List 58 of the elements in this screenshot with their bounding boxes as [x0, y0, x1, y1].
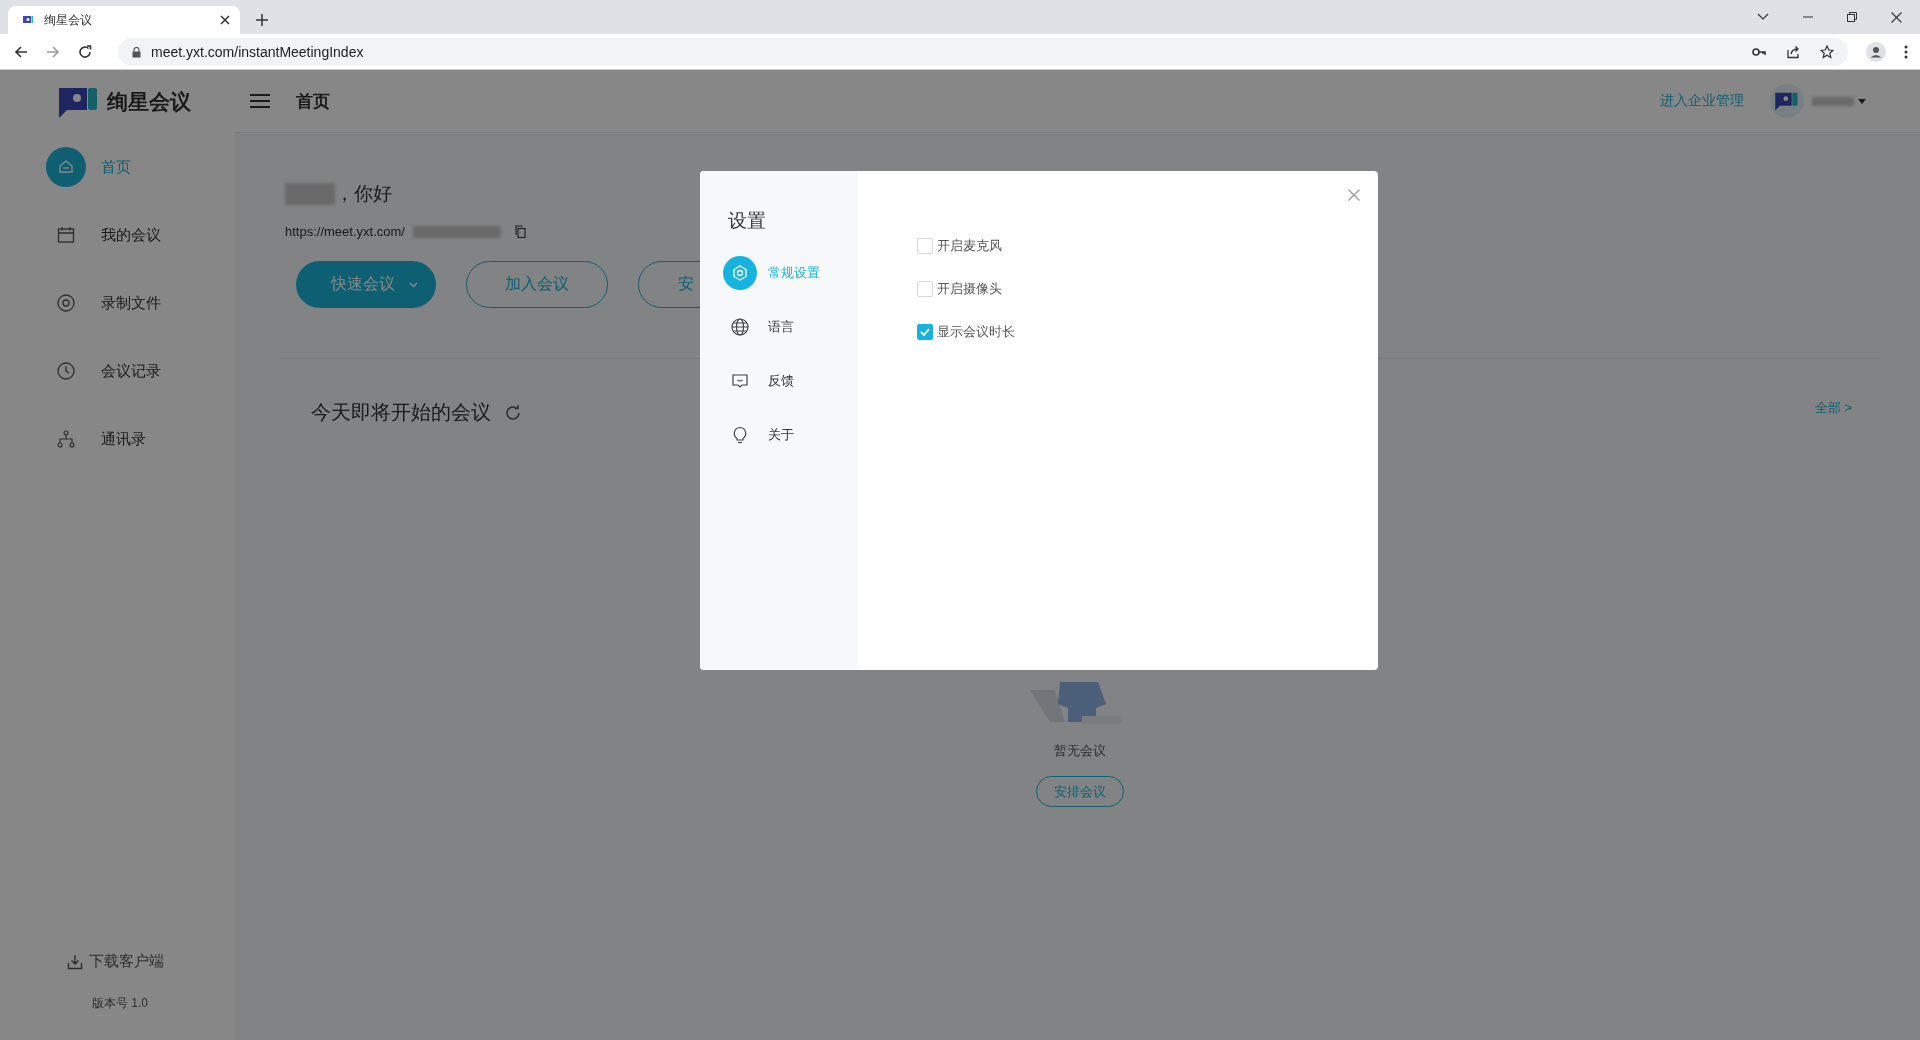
- plus-icon[interactable]: [256, 14, 268, 26]
- sidebar-item[interactable]: 通讯录: [0, 405, 235, 473]
- lock-icon: [132, 46, 141, 58]
- favicon-icon: [22, 14, 34, 26]
- clock-icon: [56, 361, 76, 381]
- settings-nav-item[interactable]: 语言: [700, 300, 858, 354]
- close-icon[interactable]: [220, 15, 230, 25]
- address-bar[interactable]: meet.yxt.com/instantMeetingIndex: [118, 38, 1848, 66]
- menu-icon[interactable]: [250, 93, 270, 109]
- empty-state-text: 暂无会议: [1054, 742, 1106, 760]
- chevron-down-icon: [408, 281, 418, 288]
- star-icon[interactable]: [1820, 45, 1834, 59]
- chevron-down-icon[interactable]: [1757, 13, 1769, 21]
- meeting-url: https://meet.yxt.com/: [285, 224, 405, 239]
- profile-icon[interactable]: [1866, 42, 1886, 62]
- checkbox-label: 开启麦克风: [937, 237, 1002, 255]
- page-title: 首页: [296, 90, 330, 113]
- checkbox[interactable]: [917, 324, 933, 340]
- share-icon[interactable]: [1786, 45, 1800, 59]
- reload-icon[interactable]: [78, 45, 92, 59]
- checkbox-label: 显示会议时长: [937, 323, 1015, 341]
- section-title: 今天即将开始的会议: [311, 400, 491, 425]
- record-icon: [56, 293, 76, 313]
- contacts-icon: [56, 429, 76, 449]
- blurred-username: [285, 183, 335, 205]
- refresh-icon[interactable]: [505, 404, 521, 421]
- settings-nav-item[interactable]: 反馈: [700, 354, 858, 408]
- checkbox[interactable]: [917, 238, 933, 254]
- greeting-text: ，你好: [335, 182, 392, 206]
- more-icon[interactable]: [1904, 45, 1908, 59]
- logo-icon: [1774, 91, 1800, 111]
- sidebar-item[interactable]: 录制文件: [0, 269, 235, 337]
- sidebar-item[interactable]: 会议记录: [0, 337, 235, 405]
- download-link[interactable]: 下载客户端: [0, 952, 235, 971]
- restore-icon[interactable]: [1847, 12, 1857, 22]
- avatar[interactable]: [1770, 84, 1804, 118]
- browser-tab[interactable]: 绚星会议: [8, 6, 240, 34]
- url-text: meet.yxt.com/instantMeetingIndex: [151, 44, 364, 60]
- forward-icon[interactable]: [46, 45, 60, 59]
- dialog-title: 设置: [727, 209, 767, 233]
- globe-icon: [730, 317, 750, 337]
- checkmark-icon: [920, 328, 930, 336]
- checkbox-label: 开启摄像头: [937, 280, 1002, 298]
- download-icon: [67, 953, 83, 970]
- logo-text: 绚星会议: [107, 88, 191, 115]
- sidebar-item[interactable]: 我的会议: [0, 201, 235, 269]
- close-icon[interactable]: [1891, 11, 1902, 23]
- version-text: 版本号 1.0: [91, 995, 149, 1012]
- tab-title: 绚星会议: [44, 11, 93, 29]
- blurred-username: [1812, 96, 1854, 106]
- key-icon[interactable]: [1752, 47, 1766, 57]
- caret-icon[interactable]: [1858, 98, 1866, 104]
- settings-icon: [730, 263, 750, 283]
- calendar-icon: [56, 225, 76, 245]
- back-icon[interactable]: [14, 45, 28, 59]
- settings-nav-item[interactable]: 关于: [700, 408, 858, 462]
- copy-icon[interactable]: [514, 225, 526, 238]
- checkbox[interactable]: [917, 281, 933, 297]
